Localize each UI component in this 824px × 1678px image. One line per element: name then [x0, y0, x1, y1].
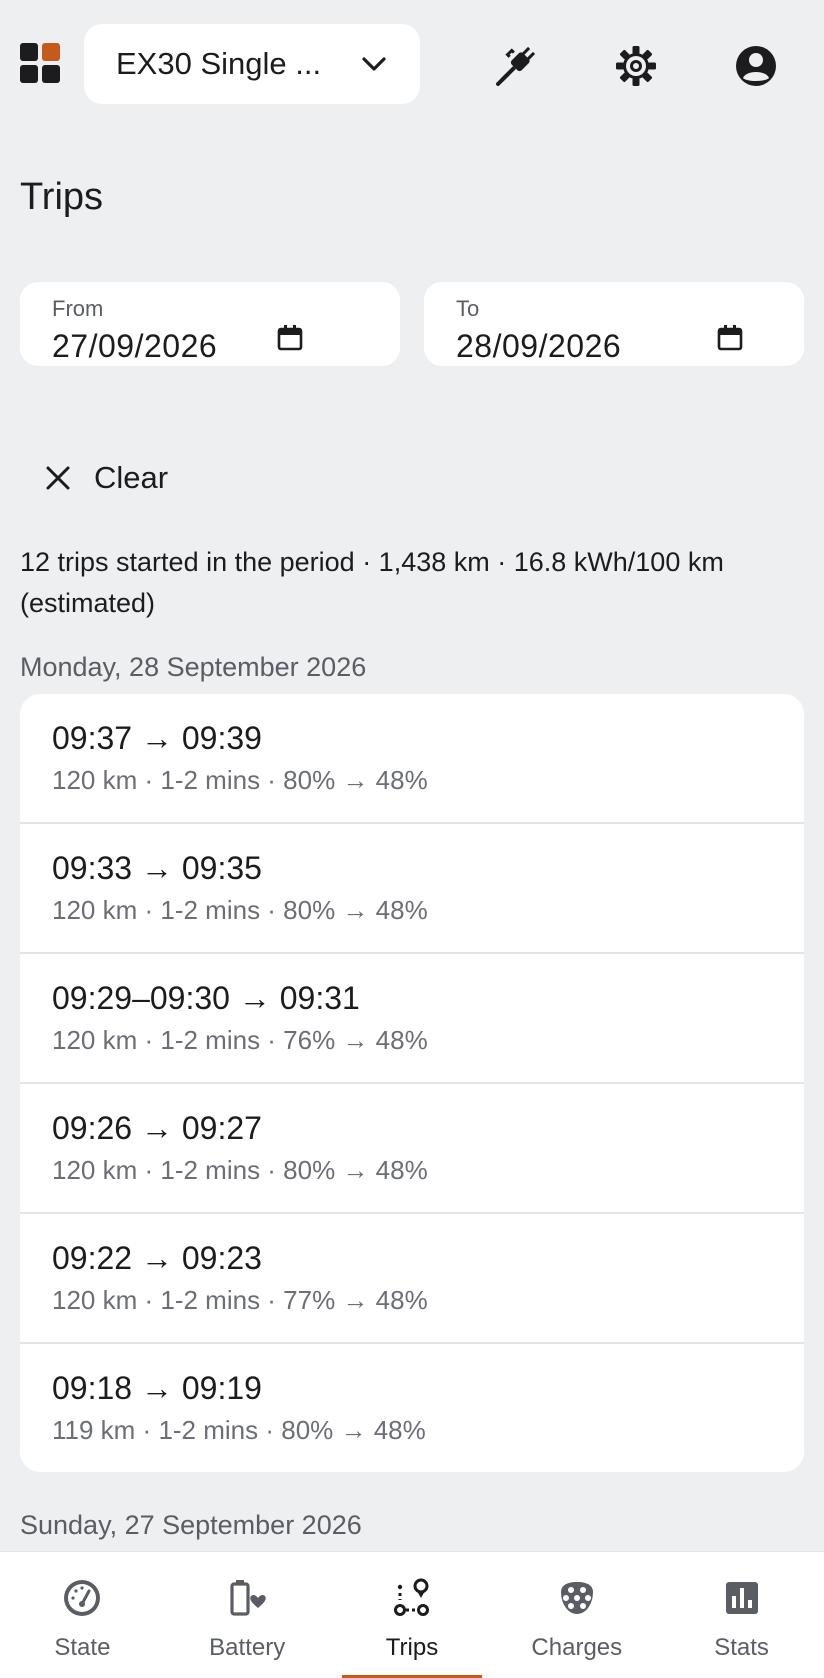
- trip-details: 119 km · 1-2 mins · 80% → 48%: [52, 1415, 426, 1445]
- gear-icon: [616, 46, 656, 86]
- trip-details: 120 km · 1-2 mins · 76% → 48%: [52, 1025, 428, 1055]
- trip-details: 120 km · 1-2 mins · 77% → 48%: [52, 1285, 428, 1315]
- bottom-navigation: State Battery Trips Charges Stats: [0, 1551, 824, 1678]
- trips-screen: EX30 Single ... Trips From 27/09/2026 To…: [0, 0, 824, 1678]
- trip-details: 120 km · 1-2 mins · 80% → 48%: [52, 895, 428, 925]
- connection-button[interactable]: [490, 40, 542, 92]
- bar-chart-icon: [725, 1582, 758, 1614]
- plug-icon: [496, 46, 536, 86]
- trip-row[interactable]: 09:33 → 09:35 120 km · 1-2 mins · 80% → …: [20, 824, 804, 954]
- trip-times: 09:33 → 09:35: [52, 850, 262, 886]
- nav-item-stats[interactable]: Stats: [659, 1552, 824, 1678]
- clear-label: Clear: [94, 460, 169, 495]
- trip-times: 09:37 → 09:39: [52, 720, 262, 756]
- day-header: Monday, 28 September 2026: [20, 652, 367, 682]
- trip-times: 09:22 → 09:23: [52, 1240, 262, 1276]
- from-date-label: From: [52, 296, 104, 321]
- vehicle-selector[interactable]: EX30 Single ...: [84, 24, 420, 104]
- clear-filter-button[interactable]: Clear: [44, 448, 168, 508]
- trip-list: 09:37 → 09:39 120 km · 1-2 mins · 80% → …: [20, 694, 804, 1472]
- trip-row[interactable]: 09:29–09:30 → 09:31 120 km · 1-2 mins · …: [20, 954, 804, 1084]
- nav-label-battery: Battery: [209, 1634, 286, 1661]
- app-header: EX30 Single ...: [0, 0, 824, 130]
- nav-item-trips[interactable]: Trips: [330, 1552, 495, 1678]
- trip-times: 09:18 → 09:19: [52, 1370, 262, 1406]
- nav-item-state[interactable]: State: [0, 1552, 165, 1678]
- trip-row[interactable]: 09:37 → 09:39 120 km · 1-2 mins · 80% → …: [20, 694, 804, 824]
- gauge-icon: [64, 1580, 101, 1616]
- nav-label-stats: Stats: [714, 1634, 769, 1661]
- vehicle-name: EX30 Single ...: [116, 46, 322, 81]
- nav-label-state: State: [54, 1634, 111, 1661]
- from-date-field[interactable]: From 27/09/2026: [20, 282, 400, 366]
- trip-row[interactable]: 09:22 → 09:23 120 km · 1-2 mins · 77% → …: [20, 1214, 804, 1344]
- route-icon: [393, 1578, 429, 1616]
- day-header: Sunday, 27 September 2026: [20, 1510, 362, 1540]
- calendar-icon[interactable]: [716, 324, 744, 352]
- settings-button[interactable]: [610, 40, 662, 92]
- trip-times: 09:29–09:30 → 09:31: [52, 980, 360, 1016]
- to-date-label: To: [456, 296, 480, 321]
- trip-details: 120 km · 1-2 mins · 80% → 48%: [52, 765, 428, 795]
- page-title: Trips: [20, 176, 104, 218]
- nav-item-battery[interactable]: Battery: [165, 1552, 330, 1678]
- charger-plug-icon: [560, 1582, 593, 1614]
- nav-label-charges: Charges: [531, 1634, 623, 1661]
- nav-item-charges[interactable]: Charges: [494, 1552, 659, 1678]
- close-icon: [46, 466, 70, 490]
- to-date-value[interactable]: 28/09/2026: [456, 328, 804, 365]
- trip-row[interactable]: 09:26 → 09:27 120 km · 1-2 mins · 80% → …: [20, 1084, 804, 1214]
- account-button[interactable]: [730, 40, 782, 92]
- trip-details: 120 km · 1-2 mins · 80% → 48%: [52, 1155, 428, 1185]
- trip-row[interactable]: 09:18 → 09:19 119 km · 1-2 mins · 80% → …: [20, 1344, 804, 1472]
- battery-heart-icon: [230, 1580, 266, 1616]
- from-date-value[interactable]: 27/09/2026: [52, 328, 400, 365]
- to-date-field[interactable]: To 28/09/2026: [424, 282, 804, 366]
- account-circle-icon: [736, 46, 776, 86]
- calendar-icon[interactable]: [276, 324, 304, 352]
- app-logo-icon[interactable]: [20, 43, 60, 83]
- chevron-down-icon: [362, 57, 386, 71]
- trips-summary: 12 trips started in the period · 1,438 k…: [20, 547, 724, 618]
- trip-times: 09:26 → 09:27: [52, 1110, 262, 1146]
- nav-label-trips: Trips: [385, 1634, 439, 1661]
